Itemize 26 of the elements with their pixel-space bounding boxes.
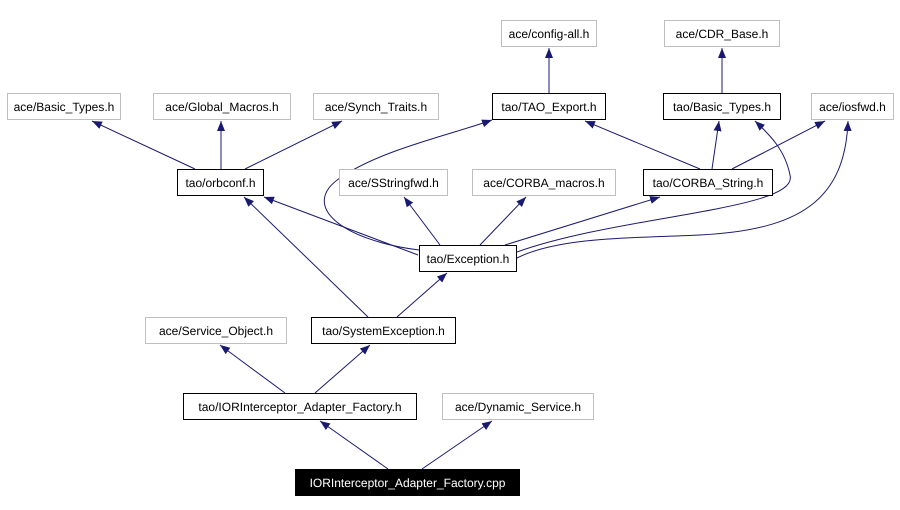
header-file-node[interactable]: tao/IORInterceptor_Adapter_Factory.h [183,393,417,420]
header-file-node: ace/Service_Object.h [145,317,287,344]
header-file-node[interactable]: tao/Basic_Types.h [663,93,781,120]
header-file-node[interactable]: tao/SystemException.h [311,317,456,344]
dependency-arrow [422,420,492,470]
header-file-node[interactable]: tao/TAO_Export.h [492,93,606,120]
dependency-arrow [217,120,225,170]
header-file-node[interactable]: tao/orbconf.h [177,169,264,196]
dependency-arrow [314,344,370,394]
dependency-arrow [320,420,388,470]
header-file-node: ace/Dynamic_Service.h [442,393,594,420]
root-file-node: IORInterceptor_Adapter_Factory.cpp [295,469,520,496]
dependency-arrow [545,48,553,94]
header-file-node: ace/SStringfwd.h [339,169,448,196]
header-file-node: ace/CDR_Base.h [664,20,780,47]
header-file-node: ace/Synch_Traits.h [313,93,439,120]
dependency-arrow [220,344,286,394]
header-file-node: ace/config-all.h [501,20,597,47]
header-file-node: ace/Basic_Types.h [7,93,121,120]
dependency-arrow [718,48,726,94]
header-file-node: ace/iosfwd.h [811,93,894,120]
dependency-arrow [396,272,448,318]
header-file-node: ace/CORBA_macros.h [472,169,616,196]
header-file-node[interactable]: tao/CORBA_String.h [643,169,773,196]
header-file-node: ace/Global_Macros.h [153,93,291,120]
header-file-node[interactable]: tao/Exception.h [419,245,517,272]
